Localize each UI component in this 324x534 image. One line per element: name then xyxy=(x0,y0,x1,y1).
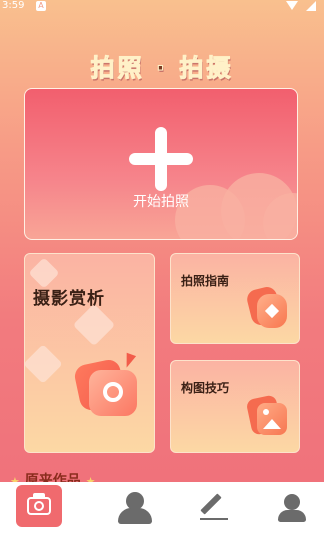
signal-icon xyxy=(306,1,316,11)
profile-icon xyxy=(284,494,300,510)
status-time: 3:59 xyxy=(2,0,25,11)
guide-icon xyxy=(245,284,289,330)
start-photo-label: 开始拍照 xyxy=(133,194,189,210)
tab-camera[interactable] xyxy=(12,482,72,534)
decoration xyxy=(25,344,63,384)
composition-tips-card[interactable]: 构图技巧 xyxy=(170,360,300,453)
picture-icon xyxy=(245,394,289,439)
card-title: 摄影赏析 xyxy=(33,289,105,309)
tab-bar xyxy=(0,482,324,534)
plus-icon xyxy=(129,127,193,191)
wifi-icon xyxy=(286,1,298,10)
page-title: 拍照 · 拍摄 xyxy=(90,54,234,83)
camera-photo-icon xyxy=(72,352,141,420)
photo-guide-card[interactable]: 拍照指南 xyxy=(170,253,300,344)
tab-portrait[interactable] xyxy=(104,482,164,534)
decoration xyxy=(72,303,116,347)
edit-icon xyxy=(200,493,222,515)
photo-appreciation-card[interactable]: 摄影赏析 xyxy=(24,253,155,453)
tab-profile[interactable] xyxy=(262,482,322,534)
status-bar: 3:59 A xyxy=(0,0,324,16)
start-photo-button[interactable]: 开始拍照 xyxy=(24,88,298,240)
card-title: 拍照指南 xyxy=(181,274,230,288)
status-icons xyxy=(282,0,318,12)
tab-edit[interactable] xyxy=(184,482,244,534)
card-title: 构图技巧 xyxy=(181,381,230,395)
notification-icon: A xyxy=(36,1,46,11)
